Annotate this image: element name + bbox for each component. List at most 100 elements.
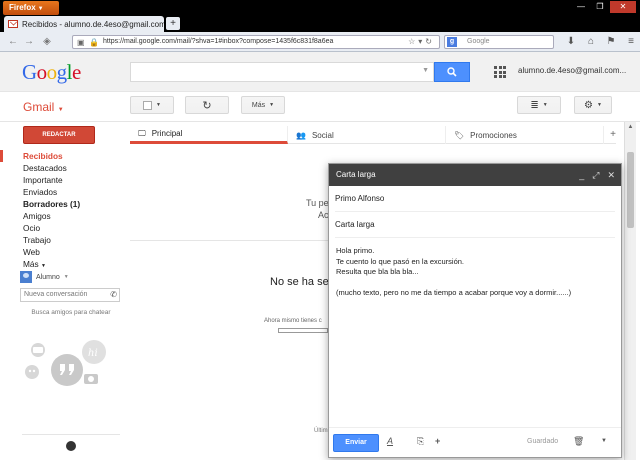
minimize-icon[interactable]: — [572,1,590,13]
search-engine-icon[interactable]: g [447,37,457,47]
body-line: (mucho texto, pero no me da tiempo a aca… [336,287,572,297]
sidebar-item-ocio[interactable]: Ocio [0,222,128,234]
chat-section: Alumno ▼ Nueva conversación ✆ Busca amig… [20,270,122,317]
trash-icon[interactable]: 🗑 [573,436,584,447]
tab-principal[interactable]: 🖵 Principal [130,126,288,144]
download-icon[interactable]: ⬇ [564,35,578,49]
browser-tabbar: Recibidos - alumno.de.4eso@gmail.com - G… [0,16,640,32]
more-options-icon[interactable]: ▼ [601,438,607,444]
forward-icon[interactable]: → [22,35,36,49]
firefox-menu-label: Firefox [9,3,36,12]
insert-more-icon[interactable]: + [435,436,440,446]
hangouts-illustration-icon: hi [25,340,106,386]
density-button[interactable]: ≣ ▼ [517,96,561,114]
phone-icon[interactable]: ✆ [110,289,117,301]
sidebar-item-enviados[interactable]: Enviados [0,186,128,198]
minimize-icon[interactable]: _ [579,164,584,186]
gmail-favicon-icon [8,20,18,28]
url-end-icons[interactable]: ☆▾↻ [408,36,435,48]
sidebar-item-web[interactable]: Web [0,246,128,258]
add-tab-icon[interactable]: + [610,129,616,140]
more-label: Más [251,101,266,109]
compose-header[interactable]: Carta larga _ ⤢ ✕ [329,164,621,186]
attach-icon[interactable]: ⎘ [417,436,424,447]
tab-label: Promociones [470,130,517,140]
chevron-down-icon: ▼ [597,102,602,108]
chevron-down-icon: ▼ [37,6,44,12]
last-activity-text: Últim [314,428,328,434]
chevron-down-icon: ▼ [269,102,275,108]
formatting-icon[interactable]: A [387,436,393,446]
close-window-icon[interactable]: ✕ [610,1,636,13]
message-body[interactable]: Hola primo. Te cuento lo que pasó en la … [329,238,621,306]
chat-user[interactable]: Alumno ▼ [20,270,122,284]
main-scrollbar[interactable]: ▲ [624,122,636,460]
sidebar-item-importante[interactable]: Importante [0,174,128,186]
storage-text: Ahora mismo tienes c [264,318,322,324]
home-icon[interactable]: ⌂ [584,35,598,49]
mail-search-input[interactable]: ▼ [130,62,434,82]
back-icon[interactable]: ← [6,35,20,49]
google-logo[interactable]: Google [22,60,81,85]
tab-promociones[interactable]: 🏷 Promociones [446,126,604,144]
close-icon[interactable]: ✕ [607,164,615,186]
browser-nav-right: ⬇ ⌂ ⚑ ≡ [564,35,638,49]
tag-icon: 🏷 [454,130,465,140]
refresh-button[interactable]: ↻ [185,96,229,114]
chat-footer [22,434,120,460]
hangouts-icon[interactable] [66,441,76,451]
firefox-menu-button[interactable]: Firefox ▼ [3,1,59,15]
send-button[interactable]: Enviar [333,434,379,452]
refresh-icon: ↻ [202,99,212,112]
list-density-icon: ≣ [530,99,539,111]
browser-search-input[interactable]: g Google [444,35,554,49]
tab-social[interactable]: 👥 Social [288,126,446,144]
compose-window: Carta larga _ ⤢ ✕ Primo Alfonso Carta la… [328,163,622,458]
menu-icon[interactable]: ≡ [624,35,638,49]
select-checkbox-button[interactable]: ▼ [130,96,174,114]
more-button[interactable]: Más ▼ [241,96,285,114]
new-tab-button[interactable]: + [166,17,180,30]
scroll-thumb[interactable] [627,152,634,228]
svg-text:hi: hi [88,348,98,359]
account-name[interactable]: alumno.de.4eso@gmail.com... [518,66,626,75]
new-conversation-input[interactable]: Nueva conversación ✆ [20,288,120,302]
label-list: Recibidos Destacados Importante Enviados… [0,150,128,270]
gmail-menu[interactable]: Gmail ▼ [23,100,64,114]
sidebar-item-mas[interactable]: Más ▼ [0,258,128,270]
identity-icon: ▣ [77,38,85,47]
sidebar-item-amigos[interactable]: Amigos [0,210,128,222]
saved-status: Guardado [527,438,559,445]
expand-icon[interactable]: ⤢ [592,164,599,186]
settings-button[interactable]: ⚙ ▼ [574,96,612,114]
sidebar-item-trabajo[interactable]: Trabajo [0,234,128,246]
body-line: Hola primo. [336,246,375,255]
sidebar-item-recibidos[interactable]: Recibidos [0,150,128,162]
recipient: Primo Alfonso [335,194,385,203]
tab-title: Recibidos - alumno.de.4eso@gmail.com - G… [22,19,164,29]
compose-controls: _ ⤢ ✕ [579,164,615,186]
maximize-icon[interactable]: ❐ [591,1,609,13]
body-line: Resulta que bla bla bla... [336,267,419,276]
compose-footer: Enviar A ⎘ + Guardado 🗑 ▼ [329,427,621,457]
url-text: https://mail.google.com/mail/?shva=1#inb… [103,38,334,45]
chat-user-name: Alumno [36,273,60,281]
mail-search-button[interactable] [434,62,470,82]
browser-tab[interactable]: Recibidos - alumno.de.4eso@gmail.com - G… [4,16,164,32]
subject-text: Carta larga [335,220,375,229]
body-line: Te cuento lo que pasó en la excursión. [336,256,465,266]
subject-field[interactable]: Carta larga [335,212,615,238]
sidebar-item-borradores[interactable]: Borradores (1) [0,198,128,210]
url-bar[interactable]: ▣ 🔒 https://mail.google.com/mail/?shva=1… [72,35,440,49]
bookmark-icon[interactable]: ⚑ [604,35,618,49]
compose-button[interactable]: REDACTAR [23,126,95,144]
apps-grid-icon[interactable] [494,66,506,78]
page-info-icon[interactable]: ◈ [40,35,54,49]
to-field[interactable]: Primo Alfonso [335,186,615,212]
search-options-icon[interactable]: ▼ [422,67,429,74]
sidebar-item-destacados[interactable]: Destacados [0,162,128,174]
scroll-up-icon[interactable]: ▲ [625,122,636,132]
storage-bar [278,328,328,333]
chevron-down-icon: ▼ [156,102,161,108]
chevron-down-icon: ▼ [41,263,46,269]
